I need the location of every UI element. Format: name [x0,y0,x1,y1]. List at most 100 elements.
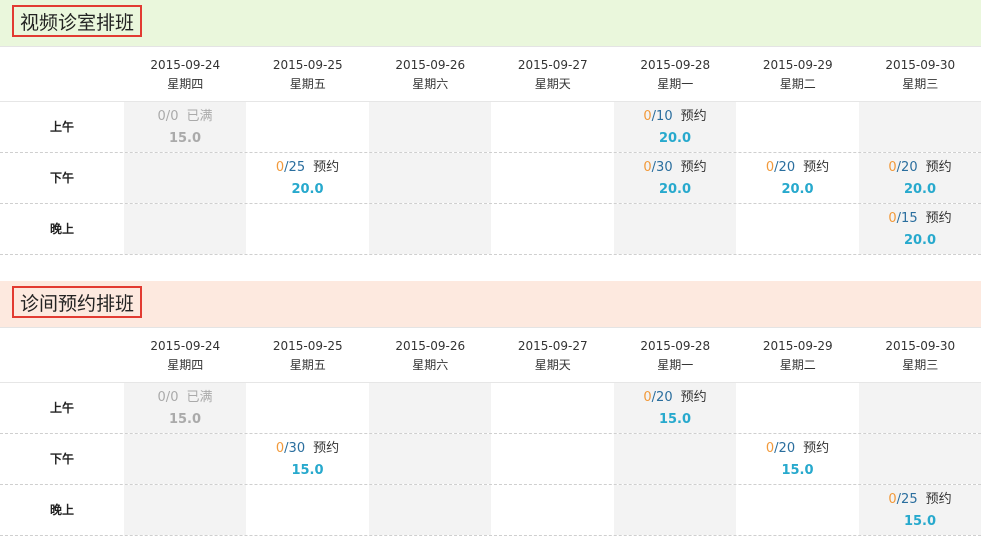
weekday-label: 星期天 [534,77,571,91]
date-label: 2015-09-27 [517,58,588,72]
section-header: 诊间预约排班 [0,281,981,328]
schedule-cell [492,485,614,535]
capacity-count: 20 [901,160,918,175]
book-link[interactable]: 预约 [803,441,829,456]
schedule-cell [124,204,246,254]
period-row: 上午 0/0 已满 15.0 0/10 预约 20.0 [0,102,981,153]
date-header-cell: 2015-09-26 星期六 [369,46,492,101]
schedule-cell [369,434,491,484]
date-header-cell: 2015-09-28 星期一 [614,327,737,382]
date-header-row: 2015-09-24 星期四 2015-09-25 星期五 2015-09-26 星期六 2… [0,46,981,102]
period-row: 下午 0/30 预约 15.0 0/20 预约 15.0 [0,434,981,485]
booked-count: 0 [643,109,652,124]
booking-slot[interactable]: 0/20 预约 20.0 [859,159,981,197]
book-link[interactable]: 预约 [681,390,707,405]
schedule-cell [124,485,246,535]
period-row: 上午 0/0 已满 15.0 0/20 预约 15.0 [0,383,981,434]
schedule-cell [737,102,859,152]
slot-price: 20.0 [291,182,324,197]
weekday-label: 星期五 [289,358,326,372]
book-link[interactable]: 预约 [681,109,707,124]
schedule-cell [247,102,369,152]
schedule-cell: 0/25 预约 20.0 [247,153,369,203]
slot-price: 15.0 [781,463,814,478]
book-link[interactable]: 预约 [926,492,952,507]
schedule-cell: 0/20 预约 15.0 [737,434,859,484]
book-link[interactable]: 预约 [926,211,952,226]
book-link[interactable]: 预约 [926,160,952,175]
weekday-label: 星期四 [167,77,204,91]
period-label: 晚上 [49,503,74,517]
date-header-cell: 2015-09-24 星期四 [124,327,247,382]
schedule-cell [247,204,369,254]
period-label: 晚上 [49,222,74,236]
schedule-cell [369,383,491,433]
slot-price: 15.0 [168,131,202,146]
slot-availability: 0/20 预约 [614,389,736,407]
slot-availability: 0/15 预约 [859,210,981,228]
section-header: 视频诊室排班 [0,0,981,47]
booking-slot[interactable]: 0/30 预约 20.0 [614,159,736,197]
weekday-label: 星期三 [902,77,939,91]
date-header-cell: 2015-09-27 星期天 [492,327,615,382]
slot-price: 15.0 [168,412,202,427]
date-header-cell: 2015-09-25 星期五 [247,327,370,382]
capacity-count: 15 [901,211,918,226]
capacity-count: 10 [656,109,673,124]
slot-price: 20.0 [658,182,692,197]
period-row: 晚上 0/15 预约 20.0 [0,204,981,255]
schedule-cell [859,102,981,152]
weekday-label: 星期二 [779,77,816,91]
book-link[interactable]: 预约 [313,441,339,456]
booking-slot[interactable]: 0/15 预约 20.0 [859,210,981,248]
date-header-cell: 2015-09-27 星期天 [492,46,615,101]
book-link[interactable]: 预约 [803,160,829,175]
booking-slot[interactable]: 0/25 预约 15.0 [859,491,981,529]
weekday-label: 星期六 [412,358,449,372]
section-title: 视频诊室排班 [12,5,143,37]
date-label: 2015-09-26 [395,58,466,72]
period-label: 上午 [49,120,74,134]
schedule-cell [737,485,859,535]
booking-slot[interactable]: 0/20 预约 15.0 [737,440,859,478]
date-header-cell: 2015-09-26 星期六 [369,327,492,382]
schedule-cell: 0/20 预约 20.0 [859,153,981,203]
slot-availability: 0/30 预约 [247,440,369,458]
date-header-cell: 2015-09-29 星期二 [737,46,860,101]
slot-price: 20.0 [903,182,937,197]
book-link[interactable]: 预约 [681,160,707,175]
full-label: 已满 [186,109,213,124]
booking-slot[interactable]: 0/10 预约 20.0 [614,108,736,146]
booking-slot[interactable]: 0/25 预约 20.0 [247,159,369,197]
slot-full: 0/0 已满 15.0 [124,108,246,146]
schedule-cell [737,204,859,254]
booking-slot[interactable]: 0/30 预约 15.0 [247,440,369,478]
schedule-cell [492,434,614,484]
period-row: 下午 0/25 预约 20.0 0/30 预约 20.0 0/20 预约 20.0 0/20 预约 20… [0,153,981,204]
date-header-row: 2015-09-24 星期四 2015-09-25 星期五 2015-09-26 星期六 2… [0,327,981,383]
booked-count: 0 [765,441,775,456]
capacity-count: 30 [288,441,306,456]
booking-slot[interactable]: 0/20 预约 15.0 [614,389,736,427]
slot-availability: 0/0 已满 [124,108,246,126]
weekday-label: 星期一 [657,358,694,372]
booked-count: 0 [643,160,652,175]
capacity-count: 25 [288,160,306,175]
weekday-label: 星期五 [289,77,326,91]
date-header-cell: 2015-09-24 星期四 [124,46,247,101]
slot-availability: 0/20 预约 [859,159,981,177]
slot-price: 20.0 [781,182,814,197]
booking-slot[interactable]: 0/20 预约 20.0 [737,159,859,197]
date-label: 2015-09-24 [150,58,221,72]
schedule-cell: 0/0 已满 15.0 [124,102,246,152]
schedule-cell [492,102,614,152]
date-header-cell: 2015-09-30 星期三 [859,46,981,101]
schedule-cell [247,485,369,535]
slot-availability: 0/10 预约 [614,108,736,126]
book-link[interactable]: 预约 [313,160,339,175]
schedule-cell [369,153,491,203]
booked-count: 0 [888,211,897,226]
date-label: 2015-09-27 [517,339,588,353]
capacity-count: 25 [901,492,918,507]
booked-count: 0 [888,160,897,175]
